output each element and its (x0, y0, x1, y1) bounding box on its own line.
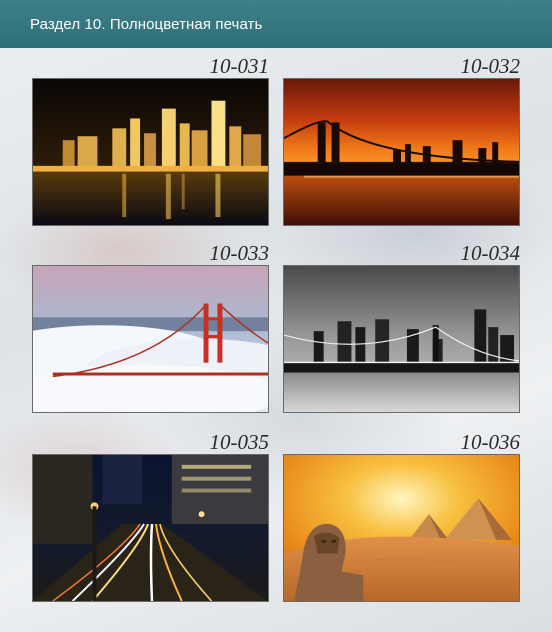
golden-gate-fog-image[interactable] (32, 265, 269, 413)
catalog-item-10-032[interactable]: 10-032 (283, 54, 520, 226)
catalog-item-10-035[interactable]: 10-035 (32, 430, 269, 602)
item-code: 10-035 (209, 430, 270, 454)
item-code: 10-036 (460, 430, 521, 454)
night-traffic-lights-image[interactable] (32, 454, 269, 602)
item-code: 10-031 (209, 54, 270, 78)
catalog-item-10-031[interactable]: 10-031 (32, 54, 269, 226)
section-title: Раздел 10. Полноцветная печать (30, 15, 263, 33)
item-code: 10-032 (460, 54, 521, 78)
section-header: Раздел 10. Полноцветная печать (0, 0, 552, 48)
bw-city-bridge-image[interactable] (283, 265, 520, 413)
catalog-item-10-033[interactable]: 10-033 (32, 241, 269, 413)
item-code: 10-034 (460, 241, 521, 265)
city-night-skyline-image[interactable] (32, 78, 269, 226)
item-code: 10-033 (209, 241, 270, 265)
catalog-item-10-036[interactable]: 10-036 (283, 430, 520, 602)
sphinx-pyramids-image[interactable] (283, 454, 520, 602)
bridge-sunset-image[interactable] (283, 78, 520, 226)
catalog-item-10-034[interactable]: 10-034 (283, 241, 520, 413)
